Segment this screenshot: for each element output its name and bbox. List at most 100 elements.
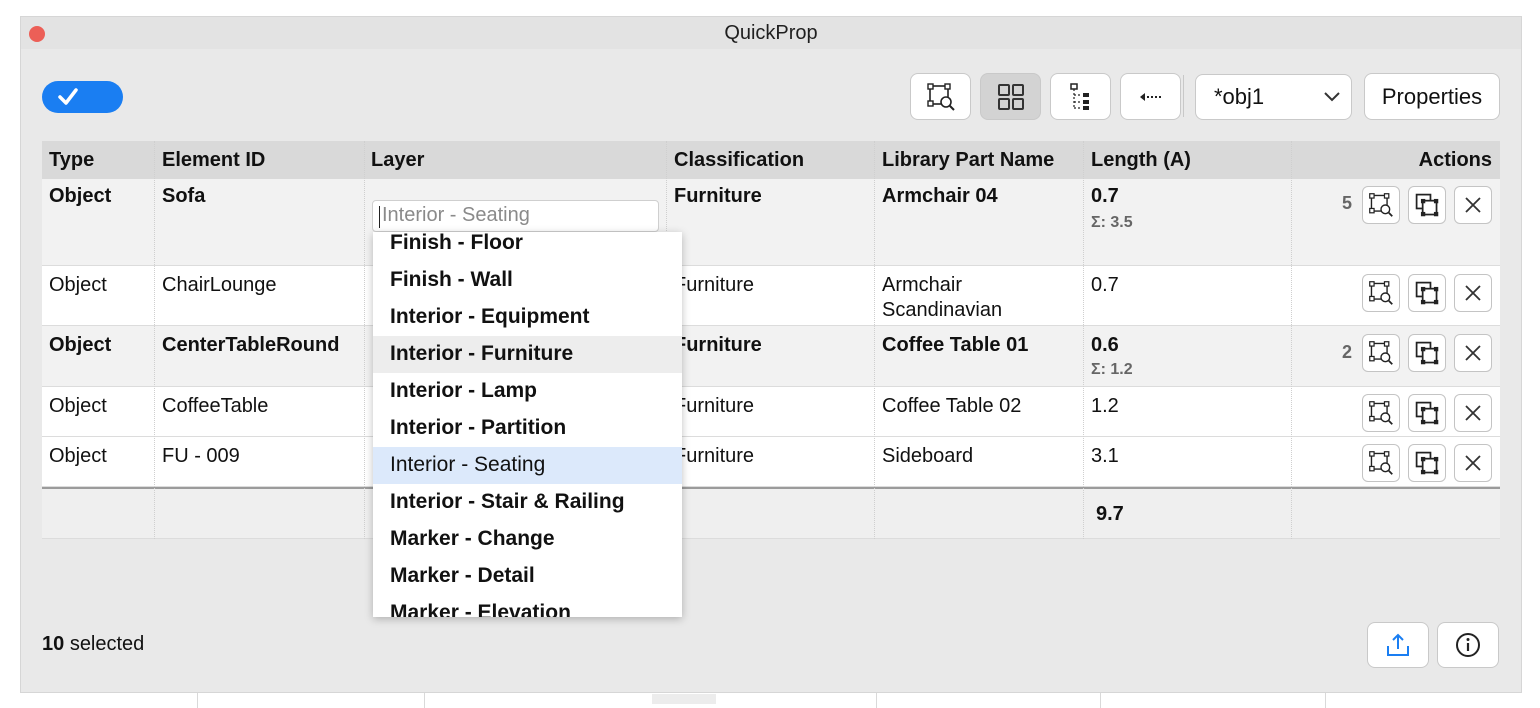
close-icon: [1465, 345, 1481, 361]
cell-classification: Furniture: [674, 395, 755, 417]
close-icon: [1465, 405, 1481, 421]
text-caret: [379, 206, 380, 228]
column-divider: [154, 141, 155, 539]
zoom-row-button[interactable]: [1362, 274, 1400, 312]
cell-length-sum: Σ: 1.2: [1091, 361, 1133, 378]
info-button[interactable]: [1437, 622, 1499, 668]
export-button[interactable]: [1367, 622, 1429, 668]
zoom-to-selection-icon: [1369, 401, 1393, 425]
zoom-to-selection-icon: [1369, 341, 1393, 365]
select-row-button[interactable]: [1408, 274, 1446, 312]
header-library-part-name[interactable]: Library Part Name: [882, 149, 1054, 172]
select-row-button[interactable]: [1408, 394, 1446, 432]
remove-row-button[interactable]: [1454, 444, 1492, 482]
zoom-row-button[interactable]: [1362, 334, 1400, 372]
properties-table: Type Element ID Layer Classification Lib…: [42, 141, 1500, 539]
remove-row-button[interactable]: [1454, 334, 1492, 372]
cell-type: Object: [49, 395, 107, 417]
cell-length: 1.2: [1091, 395, 1119, 417]
close-icon: [1465, 285, 1481, 301]
dropdown-option[interactable]: Finish - Floor: [373, 232, 682, 267]
dropdown-option[interactable]: Finish - Wall: [373, 267, 682, 304]
cell-length-sum: Σ: 3.5: [1091, 214, 1133, 231]
view-select-value: *obj1: [1214, 84, 1265, 109]
select-element-icon: [1415, 193, 1439, 217]
remove-row-button[interactable]: [1454, 186, 1492, 224]
select-row-button[interactable]: [1408, 444, 1446, 482]
cell-element-id: Sofa: [162, 185, 206, 207]
zoom-row-button[interactable]: [1362, 394, 1400, 432]
column-divider: [874, 141, 875, 539]
background-gridline: [424, 693, 425, 708]
table-row[interactable]: Object ChairLounge Furniture Armchair Sc…: [42, 266, 1500, 326]
dropdown-option[interactable]: Marker - Elevation: [373, 600, 682, 617]
share-icon: [1387, 633, 1409, 656]
properties-button[interactable]: Properties: [1364, 73, 1500, 120]
group-count: 2: [1342, 342, 1353, 362]
enable-toggle[interactable]: [42, 81, 123, 113]
total-length: 9.7: [1096, 503, 1124, 525]
background-gridline: [197, 693, 198, 708]
tree-view-button[interactable]: [1050, 73, 1111, 120]
layer-combobox-input[interactable]: Interior - Seating: [372, 200, 659, 232]
cell-type: Object: [49, 274, 107, 296]
background-gridline: [876, 693, 877, 708]
zoom-row-button[interactable]: [1362, 444, 1400, 482]
view-select[interactable]: *obj1: [1195, 74, 1352, 120]
header-element-id[interactable]: Element ID: [162, 149, 265, 172]
background-gridline: [1100, 693, 1101, 708]
select-row-button[interactable]: [1408, 186, 1446, 224]
window-title: QuickProp: [724, 22, 818, 44]
remove-row-button[interactable]: [1454, 394, 1492, 432]
grid-view-button[interactable]: [980, 73, 1041, 120]
checkmark-icon: [58, 88, 78, 105]
resize-handle[interactable]: [652, 694, 716, 704]
tree-view-icon: [1069, 82, 1089, 110]
totals-row: 9.7: [42, 487, 1500, 539]
cell-library-part-line2: Scandinavian: [882, 299, 1003, 321]
header-type[interactable]: Type: [49, 149, 94, 172]
select-element-icon: [1415, 451, 1439, 475]
column-divider: [1083, 141, 1084, 539]
dropdown-option[interactable]: Marker - Detail: [373, 563, 682, 600]
remove-row-button[interactable]: [1454, 274, 1492, 312]
dropdown-option-selected[interactable]: Interior - Seating: [373, 447, 682, 484]
background-gridline: [1325, 693, 1326, 708]
zoom-to-selection-icon: [1369, 281, 1393, 305]
table-header: Type Element ID Layer Classification Lib…: [42, 141, 1500, 179]
header-layer[interactable]: Layer: [371, 149, 424, 172]
dropdown-option[interactable]: Interior - Lamp: [373, 378, 682, 415]
header-classification[interactable]: Classification: [674, 149, 804, 172]
select-element-icon: [1415, 341, 1439, 365]
zoom-row-button[interactable]: [1362, 186, 1400, 224]
table-row[interactable]: Object CoffeeTable Furniture Coffee Tabl…: [42, 387, 1500, 437]
table-row[interactable]: Object CenterTableRound Furniture Coffee…: [42, 326, 1500, 387]
cell-library-part: Sideboard: [882, 445, 974, 467]
dropdown-option[interactable]: Marker - Change: [373, 526, 682, 563]
cell-length: 0.7: [1091, 185, 1119, 207]
select-element-icon: [1415, 281, 1439, 305]
header-actions: Actions: [1418, 149, 1492, 171]
table-row[interactable]: Object Sofa Furniture Armchair 04 0.7 Σ:…: [42, 179, 1500, 266]
zoom-to-selection-button[interactable]: [910, 73, 971, 120]
cell-length: 3.1: [1091, 445, 1119, 467]
header-length[interactable]: Length (A): [1091, 149, 1191, 172]
cell-type: Object: [49, 334, 112, 356]
cell-element-id: CenterTableRound: [162, 334, 340, 356]
zoom-to-selection-icon: [926, 82, 955, 111]
cell-classification: Furniture: [674, 334, 762, 356]
back-button[interactable]: [1120, 73, 1181, 120]
cell-library-part-line1: Armchair: [882, 274, 963, 296]
quickprop-window: QuickProp *obj1 Properties Type Element …: [20, 16, 1522, 693]
cell-element-id: CoffeeTable: [162, 395, 269, 417]
layer-dropdown-list[interactable]: Finish - Floor Finish - Wall Interior - …: [373, 232, 682, 617]
close-icon: [1465, 455, 1481, 471]
table-row[interactable]: Object FU - 009 Furniture Sideboard 3.1: [42, 437, 1500, 487]
zoom-to-selection-icon: [1369, 451, 1393, 475]
toolbar-divider: [1183, 75, 1184, 117]
cell-type: Object: [49, 185, 112, 207]
dropdown-option-hovered[interactable]: Interior - Furniture: [373, 336, 682, 373]
cell-classification: Furniture: [674, 274, 755, 296]
select-row-button[interactable]: [1408, 334, 1446, 372]
dropdown-option[interactable]: Interior - Stair & Railing: [373, 489, 682, 526]
